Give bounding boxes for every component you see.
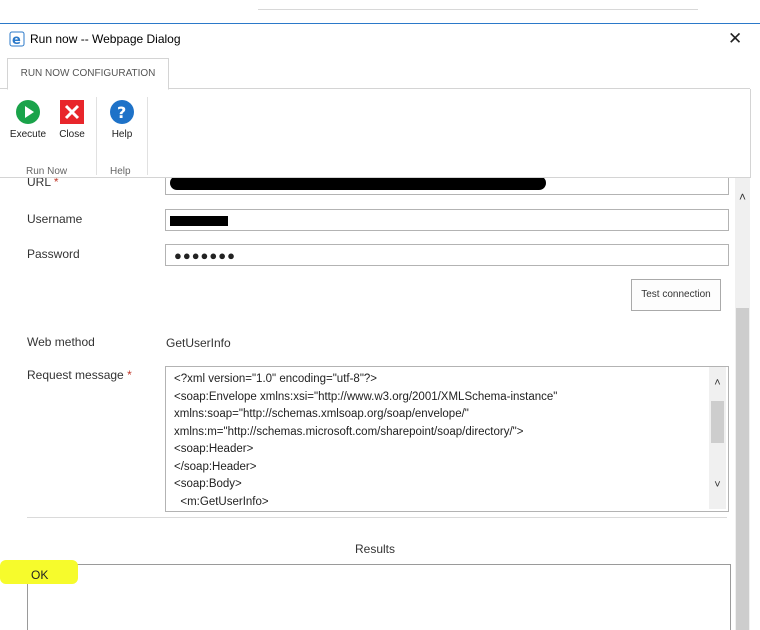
scroll-thumb[interactable] bbox=[711, 401, 724, 443]
top-strip bbox=[0, 0, 760, 22]
url-field[interactable] bbox=[165, 178, 729, 195]
chevron-up-icon[interactable]: ˄ bbox=[735, 190, 750, 204]
url-label: URL * bbox=[27, 178, 59, 189]
web-method-label: Web method bbox=[27, 335, 95, 349]
results-value: OK bbox=[31, 568, 49, 582]
close-label: Close bbox=[59, 129, 85, 140]
group-label-help: Help bbox=[110, 166, 131, 177]
svg-text:?: ? bbox=[117, 103, 126, 122]
password-value: ●●●●●●● bbox=[174, 248, 236, 263]
ribbon-tab-row: RUN NOW CONFIGURATION bbox=[0, 58, 750, 90]
test-connection-button[interactable]: Test connection bbox=[631, 279, 721, 311]
close-x-icon bbox=[60, 100, 84, 124]
group-label-run-now: Run Now bbox=[26, 166, 68, 177]
ie-icon: e bbox=[9, 31, 25, 47]
web-method-value: GetUserInfo bbox=[166, 336, 231, 350]
execute-button[interactable]: Execute bbox=[8, 99, 48, 140]
request-message-scrollbar[interactable]: ˄ ˅ bbox=[709, 367, 726, 509]
required-marker: * bbox=[127, 368, 132, 382]
help-label: Help bbox=[111, 129, 133, 140]
dialog-titlebar: e Run now -- Webpage Dialog ✕ bbox=[0, 23, 760, 54]
svg-text:e: e bbox=[12, 33, 21, 47]
close-button[interactable]: Close bbox=[52, 99, 92, 140]
play-icon bbox=[16, 100, 40, 124]
request-message-textarea[interactable]: <?xml version="1.0" encoding="utf-8"?> <… bbox=[165, 366, 729, 512]
dialog-title: Run now -- Webpage Dialog bbox=[30, 32, 181, 46]
help-icon: ? bbox=[110, 100, 134, 124]
help-button[interactable]: ? Help bbox=[102, 99, 142, 140]
scroll-thumb[interactable] bbox=[736, 308, 749, 630]
url-label-text: URL bbox=[27, 178, 51, 189]
ribbon-separator bbox=[96, 97, 97, 175]
request-message-text: <?xml version="1.0" encoding="utf-8"?> <… bbox=[174, 373, 558, 508]
ribbon: Execute Close ? Help Run Now Help bbox=[0, 89, 751, 178]
form-content: URL * Username Password ●●●●●●● Test con… bbox=[0, 178, 735, 630]
tab-run-now-configuration[interactable]: RUN NOW CONFIGURATION bbox=[7, 58, 169, 90]
execute-label: Execute bbox=[9, 129, 47, 140]
section-divider bbox=[27, 517, 727, 518]
chevron-up-icon[interactable]: ˄ bbox=[709, 377, 726, 389]
request-message-label: Request message * bbox=[27, 368, 132, 382]
chevron-down-icon[interactable]: ˅ bbox=[709, 479, 726, 491]
password-label: Password bbox=[27, 247, 80, 261]
request-message-label-text: Request message bbox=[27, 368, 124, 382]
window-close-button[interactable]: ✕ bbox=[728, 29, 742, 49]
username-field[interactable] bbox=[165, 209, 729, 231]
top-divider bbox=[258, 9, 698, 10]
required-marker: * bbox=[53, 178, 59, 189]
results-title: Results bbox=[355, 542, 396, 556]
page-scrollbar[interactable]: ˄ bbox=[735, 178, 750, 630]
ribbon-separator bbox=[147, 97, 148, 175]
redaction-mark bbox=[170, 216, 228, 226]
password-field[interactable]: ●●●●●●● bbox=[165, 244, 729, 266]
username-label: Username bbox=[27, 212, 83, 226]
results-textarea[interactable] bbox=[27, 564, 731, 630]
redaction-mark bbox=[170, 178, 546, 190]
